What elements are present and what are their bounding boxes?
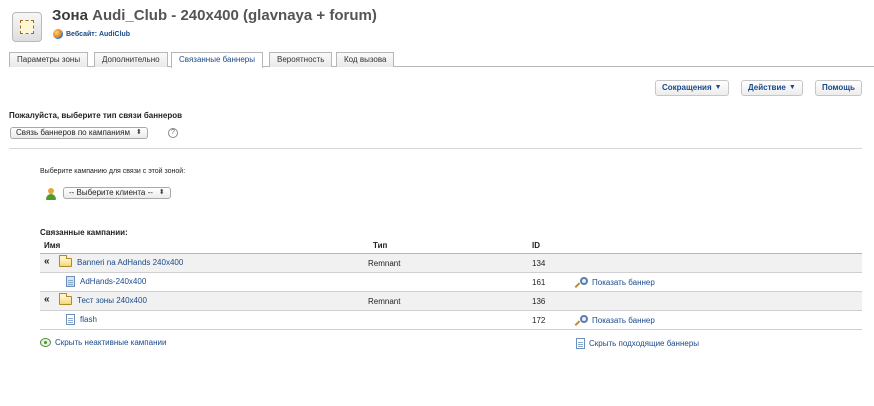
website-link[interactable]: Вебсайт: AudiClub xyxy=(66,31,130,38)
eye-icon xyxy=(40,338,51,347)
collapse-icon[interactable]: « xyxy=(44,257,54,267)
client-icon xyxy=(46,188,56,200)
show-banner-label: Показать баннер xyxy=(592,278,655,287)
show-banner-link[interactable]: Показать баннер xyxy=(574,277,655,288)
linked-campaigns-table: Имя Тип ID « Banneri na AdHands 240x400 … xyxy=(40,238,862,330)
shortcuts-label: Сокращения xyxy=(662,83,712,92)
row-id: 136 xyxy=(532,297,546,306)
folder-icon xyxy=(59,292,72,305)
zone-label: Зона xyxy=(52,7,88,24)
table-row: AdHands-240x400 161 Показать баннер xyxy=(40,273,862,292)
select-arrows-icon: ⬍ xyxy=(158,189,165,196)
action-button[interactable]: Действие ▼ xyxy=(741,80,803,96)
tab-zone-params[interactable]: Параметры зоны xyxy=(9,52,89,67)
zone-name: Audi_Club - 240x400 (glavnaya + forum) xyxy=(92,7,377,24)
column-name: Имя xyxy=(44,241,61,250)
campaign-link[interactable]: Banneri na AdHands 240x400 xyxy=(77,258,183,267)
tab-probability[interactable]: Вероятность xyxy=(269,52,333,67)
shortcuts-button[interactable]: Сокращения ▼ xyxy=(655,80,729,96)
campaign-select-prompt: Выберите кампанию для связи с этой зоной… xyxy=(40,168,186,175)
show-banner-label: Показать баннер xyxy=(592,316,655,325)
page-title: Зона Audi_Club - 240x400 (glavnaya + for… xyxy=(52,7,377,24)
tab-advanced[interactable]: Дополнительно xyxy=(94,52,168,67)
row-id: 161 xyxy=(532,278,546,287)
client-selected: -- Выберите клиента -- xyxy=(69,188,153,197)
hide-matching-link[interactable]: Скрыть подходящие баннеры xyxy=(576,338,699,349)
column-id: ID xyxy=(532,241,540,250)
table-header: Имя Тип ID xyxy=(40,238,862,254)
magnifier-icon xyxy=(574,315,588,326)
show-banner-link[interactable]: Показать баннер xyxy=(574,315,655,326)
page-header: Зона Audi_Club - 240x400 (glavnaya + for… xyxy=(8,4,874,48)
tab-invocation-code[interactable]: Код вызова xyxy=(336,52,395,67)
folder-icon xyxy=(59,254,72,267)
chevron-down-icon: ▼ xyxy=(788,84,796,91)
zone-tabs: Параметры зоны Дополнительно Связанные б… xyxy=(9,52,874,68)
row-type: Remnant xyxy=(368,259,401,268)
table-row: « Тест зоны 240x400 Remnant 136 xyxy=(40,292,862,311)
link-type-selected: Связь баннеров по кампаниям xyxy=(16,128,130,137)
action-label: Действие xyxy=(748,83,786,92)
tab-linked-banners[interactable]: Связанные баннеры xyxy=(171,52,263,68)
footer-links: Скрыть неактивные кампании Скрыть подход… xyxy=(40,338,862,350)
select-arrows-icon: ⬍ xyxy=(135,129,142,136)
help-label: Помощь xyxy=(822,83,855,92)
flash-banner-icon xyxy=(66,314,75,325)
client-select[interactable]: -- Выберите клиента -- ⬍ xyxy=(63,187,171,199)
linked-campaigns-title: Связанные кампании: xyxy=(40,228,128,237)
chevron-down-icon: ▼ xyxy=(714,84,722,91)
collapse-icon[interactable]: « xyxy=(44,295,54,305)
website-icon xyxy=(53,29,63,39)
website-line: Вебсайт: AudiClub xyxy=(53,29,130,39)
document-icon xyxy=(576,338,585,349)
row-id: 172 xyxy=(532,316,546,325)
banner-icon xyxy=(66,276,75,287)
banner-link[interactable]: AdHands-240x400 xyxy=(80,277,146,286)
banner-link[interactable]: flash xyxy=(80,315,97,324)
help-icon[interactable]: ? xyxy=(168,128,178,138)
hide-inactive-link[interactable]: Скрыть неактивные кампании xyxy=(40,338,166,347)
hide-matching-label: Скрыть подходящие баннеры xyxy=(589,339,700,348)
hide-inactive-label: Скрыть неактивные кампании xyxy=(55,338,167,347)
row-id: 134 xyxy=(532,259,546,268)
divider xyxy=(9,148,862,149)
help-button[interactable]: Помощь xyxy=(815,80,862,96)
row-type: Remnant xyxy=(368,297,401,306)
table-row: « Banneri na AdHands 240x400 Remnant 134 xyxy=(40,254,862,273)
link-type-prompt: Пожалуйста, выберите тип связи баннеров xyxy=(9,111,183,120)
campaign-link[interactable]: Тест зоны 240x400 xyxy=(77,296,147,305)
column-type: Тип xyxy=(373,241,388,250)
magnifier-icon xyxy=(574,277,588,288)
zone-icon xyxy=(12,12,42,42)
link-type-select[interactable]: Связь баннеров по кампаниям ⬍ xyxy=(10,127,148,139)
table-row: flash 172 Показать баннер xyxy=(40,311,862,330)
